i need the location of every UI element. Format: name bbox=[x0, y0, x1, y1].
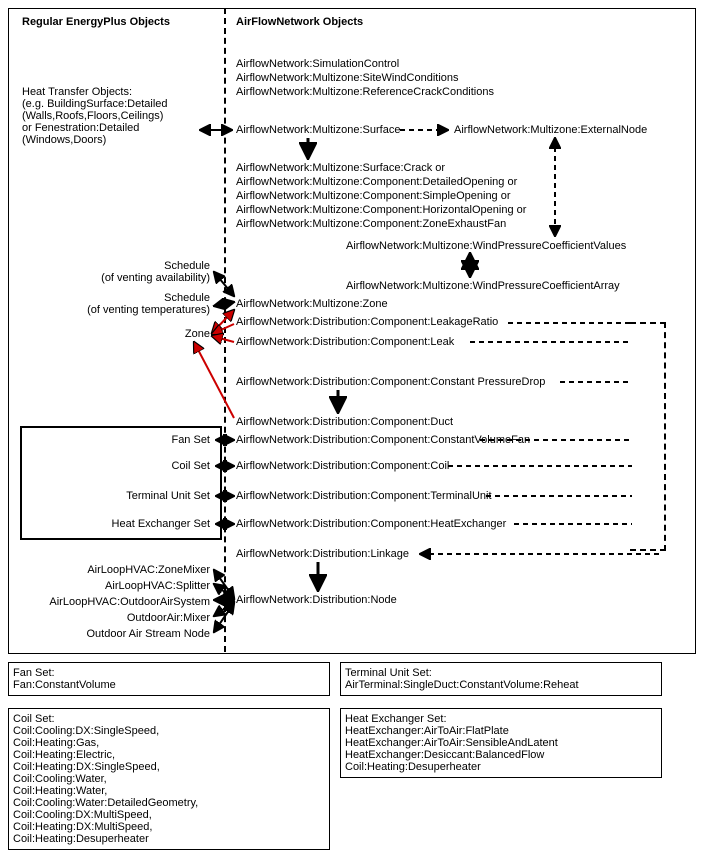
linkage-connectors bbox=[420, 323, 662, 554]
arrow-zone-duct-red bbox=[194, 342, 234, 418]
arrow-splitter-node bbox=[214, 584, 234, 599]
legend-coil-set: Coil Set: Coil:Cooling:DX:SingleSpeed, C… bbox=[8, 708, 330, 850]
arrow-sched2-zone bbox=[214, 302, 234, 306]
legend-tu-set: Terminal Unit Set: AirTerminal:SingleDuc… bbox=[340, 662, 662, 696]
legend-hx-set: Heat Exchanger Set: HeatExchanger:AirToA… bbox=[340, 708, 662, 778]
arrow-zone-leak-red bbox=[212, 336, 234, 342]
arrow-zonemixer-node bbox=[214, 570, 234, 598]
legend-fan-set: Fan Set: Fan:ConstantVolume bbox=[8, 662, 330, 696]
arrow-sched1-zone bbox=[214, 272, 234, 296]
arrow-oastream-node bbox=[214, 603, 234, 632]
